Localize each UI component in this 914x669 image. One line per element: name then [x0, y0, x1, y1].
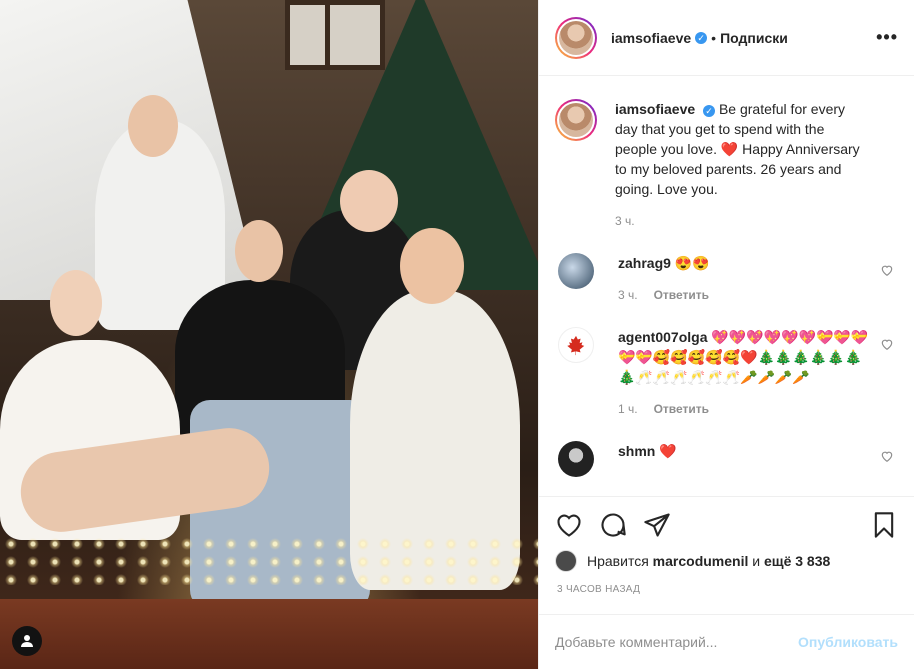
author-avatar[interactable]: [555, 16, 597, 59]
heart-icon[interactable]: [555, 511, 583, 539]
caption-row: iamsofiaeve ✓ Be grateful for every day …: [555, 99, 898, 231]
comment-row: shmn ❤️: [555, 441, 898, 477]
commenter-avatar[interactable]: [558, 441, 594, 477]
publish-button[interactable]: Опубликовать: [798, 634, 898, 650]
header-separator: •: [711, 29, 717, 46]
comment-text: 😍😍: [674, 255, 710, 271]
more-options-icon[interactable]: •••: [876, 27, 898, 48]
comment-username[interactable]: agent007olga: [618, 329, 707, 345]
reply-button[interactable]: Ответить: [654, 402, 709, 416]
paper-plane-icon[interactable]: [643, 511, 671, 539]
bookmark-icon[interactable]: [870, 511, 898, 539]
following-button[interactable]: Подписки: [720, 30, 788, 46]
liker-avatar[interactable]: [555, 550, 577, 572]
commenter-avatar[interactable]: [558, 327, 594, 363]
author-username[interactable]: iamsofiaeve: [611, 30, 691, 46]
author-avatar[interactable]: [555, 99, 597, 141]
comment-bubble-icon[interactable]: [599, 511, 627, 539]
liker-username[interactable]: marcodumenil: [653, 553, 749, 569]
comment-like-heart-icon[interactable]: [880, 449, 894, 463]
reply-button[interactable]: Ответить: [654, 288, 709, 302]
commenter-avatar[interactable]: [558, 253, 594, 289]
comment-input[interactable]: [555, 634, 799, 650]
post-header: iamsofiaeve ✓ • Подписки •••: [539, 0, 914, 76]
comment-row: zahrag9 😍😍 3 ч. Ответить: [555, 253, 898, 305]
comment-row: agent007olga 💖💖💖💖💖💖💝💝💝💝💝🥰🥰🥰🥰🥰❤️🎄🎄🎄🎄🎄🎄🎄🥂🥂…: [555, 327, 898, 419]
comment-username[interactable]: zahrag9: [618, 255, 671, 271]
post-side-panel: iamsofiaeve ✓ • Подписки ••• iamsofiaeve…: [538, 0, 914, 669]
likes-middle: и: [752, 553, 761, 569]
maple-leaf-icon: [567, 335, 585, 356]
person-face: [50, 270, 102, 336]
string-lights: [0, 535, 538, 585]
likes-prefix: Нравится: [587, 553, 649, 569]
comments-list[interactable]: iamsofiaeve ✓ Be grateful for every day …: [539, 77, 914, 495]
person-face: [400, 228, 464, 304]
wooden-floor: [0, 599, 538, 669]
person-face: [340, 170, 398, 232]
comment-like-heart-icon[interactable]: [880, 337, 894, 351]
post-timestamp[interactable]: 3 ЧАСОВ НАЗАД: [557, 584, 640, 595]
comment-text: ❤️: [659, 443, 677, 459]
add-comment-bar: Опубликовать: [539, 614, 914, 669]
verified-badge-icon: ✓: [703, 105, 716, 117]
caption-username[interactable]: iamsofiaeve: [615, 101, 695, 117]
post-photo[interactable]: [0, 0, 538, 669]
caption-time[interactable]: 3 ч.: [615, 214, 635, 228]
comment-like-heart-icon[interactable]: [880, 263, 894, 277]
comment-username[interactable]: shmn: [618, 443, 655, 459]
person-face: [128, 95, 178, 157]
likes-summary: Нравится marcodumenil и ещё 3 838: [555, 550, 898, 572]
verified-badge-icon: ✓: [695, 31, 708, 44]
comment-time[interactable]: 1 ч.: [618, 402, 638, 416]
person-face: [235, 220, 283, 282]
user-tag-icon[interactable]: [12, 626, 42, 656]
likes-count[interactable]: ещё 3 838: [764, 553, 830, 569]
post-actions-bar: [539, 496, 914, 554]
comment-time[interactable]: 3 ч.: [618, 288, 638, 302]
